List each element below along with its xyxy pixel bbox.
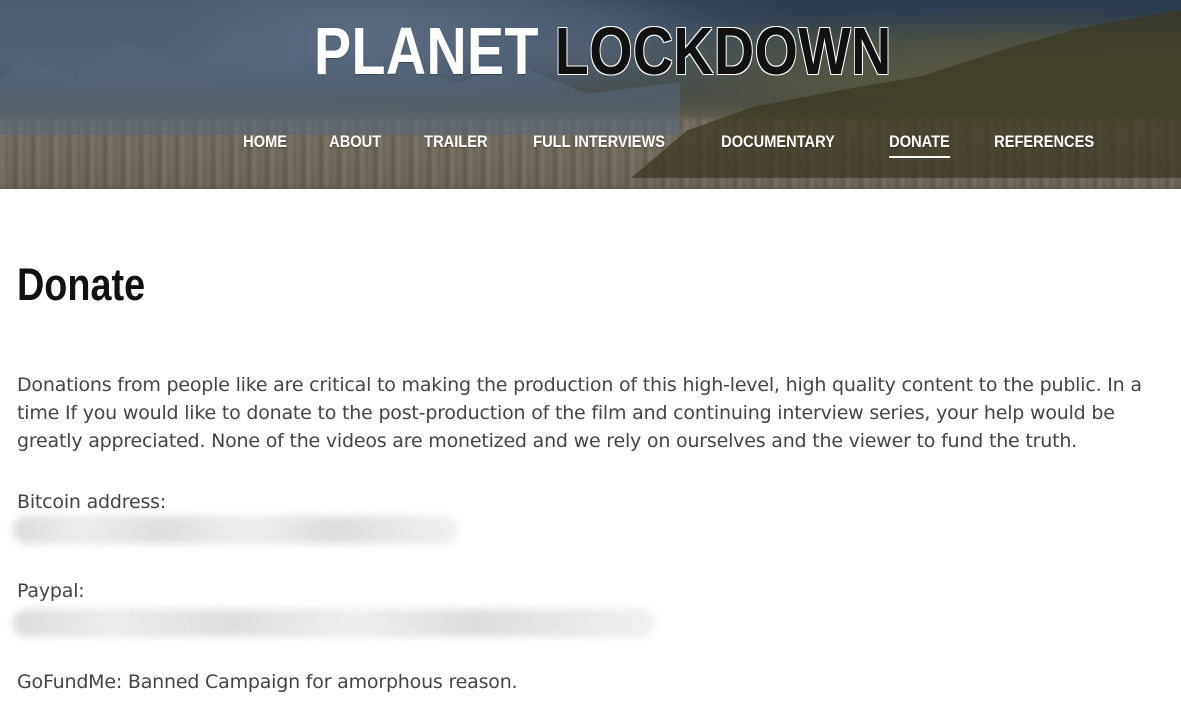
site-title[interactable]: PLANET LOCKDOWN: [314, 18, 892, 85]
bitcoin-section: Bitcoin address:: [13, 488, 1167, 544]
page-title: Donate: [17, 259, 146, 310]
nav-trailer[interactable]: TRAILER: [419, 132, 493, 158]
main-content: Donate Donations from people like are cr…: [13, 189, 1167, 715]
paypal-section: Paypal:: [13, 577, 1167, 637]
nav-donate[interactable]: DONATE: [884, 132, 955, 158]
nav-references[interactable]: REFERENCES: [989, 132, 1099, 158]
bitcoin-label: Bitcoin address:: [17, 491, 167, 513]
site-title-lockdown: LOCKDOWN: [554, 14, 892, 89]
main-navigation: HOME ABOUT TRAILER FULL INTERVIEWS DOCUM…: [238, 132, 1140, 158]
hero-banner: PLANET LOCKDOWN HOME ABOUT TRAILER FULL …: [0, 0, 1181, 189]
nav-full-interviews[interactable]: FULL INTERVIEWS: [528, 132, 670, 158]
nav-about[interactable]: ABOUT: [324, 132, 386, 158]
site-title-planet: PLANET: [314, 14, 539, 89]
gofundme-note: GoFundMe: Banned Campaign for amorphous …: [17, 671, 518, 693]
donation-intro: Donations from people like are critical …: [17, 374, 1142, 452]
blurred-paypal-address: [13, 609, 655, 637]
blurred-bitcoin-address: [13, 516, 459, 544]
nav-documentary[interactable]: DOCUMENTARY: [716, 132, 840, 158]
paypal-label: Paypal:: [17, 580, 85, 602]
nav-home[interactable]: HOME: [238, 132, 292, 158]
